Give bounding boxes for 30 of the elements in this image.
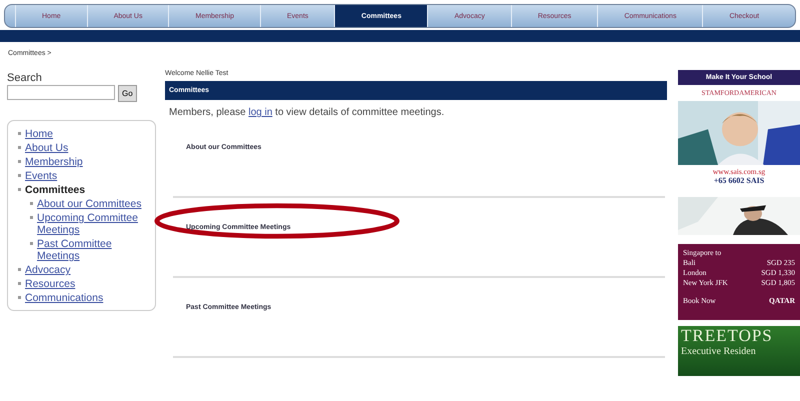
notice-text: Members, please log in to view details of committee meetings. bbox=[169, 107, 446, 118]
bullet-icon bbox=[18, 132, 21, 135]
sidebar-link[interactable]: Past Committee Meetings bbox=[37, 238, 151, 262]
search-label: Search bbox=[7, 72, 43, 84]
ad-title: TREETOPS bbox=[681, 326, 773, 346]
sidebar-link[interactable]: About Us bbox=[25, 142, 68, 154]
ad-subtitle: Executive Residen bbox=[681, 346, 756, 357]
bullet-icon bbox=[18, 174, 21, 177]
sidebar-link[interactable]: Advocacy bbox=[25, 264, 71, 276]
sidebar-link[interactable]: Home bbox=[25, 128, 54, 140]
bullet-icon bbox=[30, 216, 33, 219]
sidebar-link[interactable]: Resources bbox=[25, 278, 76, 290]
login-link[interactable]: log in bbox=[248, 107, 272, 118]
bullet-icon bbox=[30, 202, 33, 205]
search-field[interactable] bbox=[7, 85, 115, 100]
sidebar-link[interactable]: Membership bbox=[25, 156, 83, 168]
ad-phone: +65 6602 SAIS bbox=[712, 176, 766, 185]
bullet-icon bbox=[18, 268, 21, 271]
sidebar-link[interactable]: Communications bbox=[25, 292, 104, 304]
bullet-icon bbox=[18, 146, 21, 149]
sidebar-link[interactable]: About our Committees bbox=[37, 198, 142, 210]
bullet-icon bbox=[18, 282, 21, 285]
go-button[interactable]: Go bbox=[118, 85, 137, 102]
sidebar-link[interactable]: Upcoming Committee Meetings bbox=[37, 212, 151, 236]
sidebar-link[interactable]: Committees bbox=[25, 184, 86, 196]
bullet-icon bbox=[18, 188, 21, 191]
bullet-icon bbox=[18, 160, 21, 163]
bullet-icon bbox=[30, 242, 33, 245]
sidebar-link[interactable]: Events bbox=[25, 170, 58, 182]
bullet-icon bbox=[18, 296, 21, 299]
